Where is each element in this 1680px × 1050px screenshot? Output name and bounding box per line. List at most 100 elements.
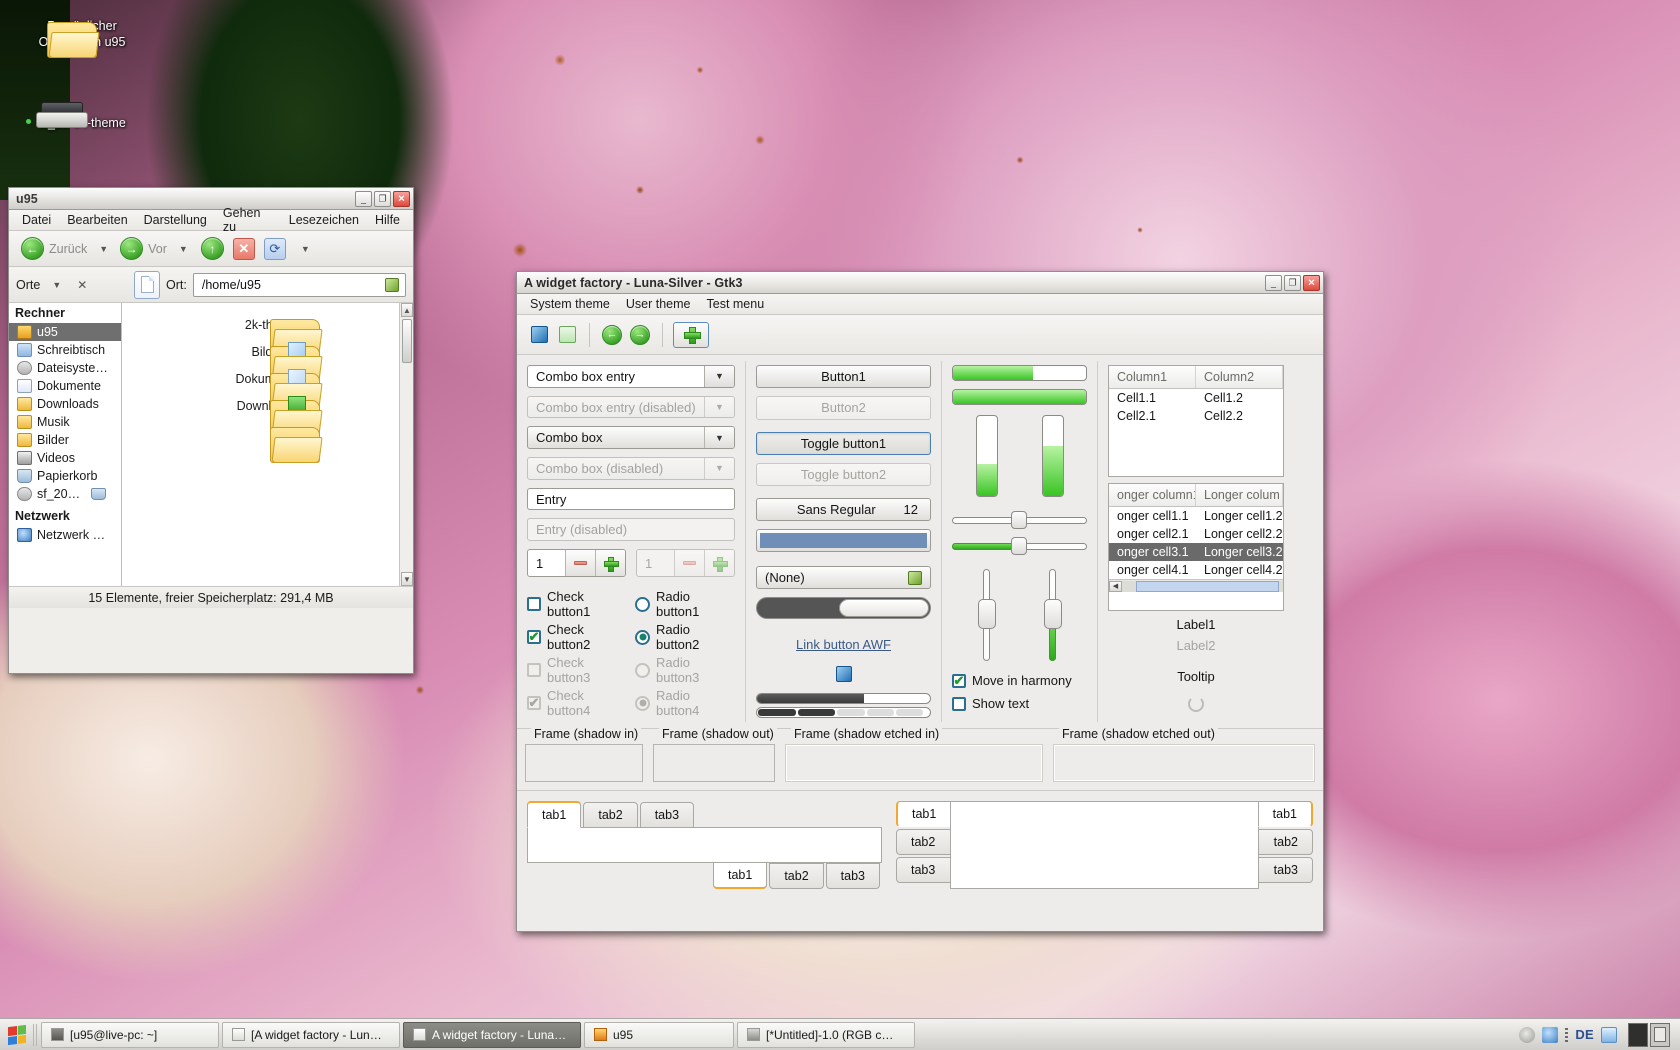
start-button[interactable] — [4, 1022, 30, 1048]
location-text[interactable] — [199, 276, 385, 293]
add-plus-icon[interactable] — [673, 321, 709, 348]
color-button[interactable] — [756, 529, 931, 553]
places-header[interactable]: Orte ▼ ✕ — [16, 278, 128, 292]
back-button[interactable]: ← Zurück — [16, 235, 92, 262]
places-close-icon[interactable]: ✕ — [73, 278, 91, 292]
button1[interactable]: Button1 — [756, 365, 931, 389]
notebook-left-tabs[interactable]: tab1 tab2 tab3 — [896, 801, 952, 889]
chevron-down-icon[interactable]: ▼ — [704, 427, 734, 449]
menu-bearbeiten[interactable]: Bearbeiten — [60, 211, 134, 229]
scroll-track[interactable] — [1122, 580, 1283, 592]
workspace-pager[interactable] — [1628, 1022, 1670, 1047]
tab-top-2[interactable]: tab2 — [583, 802, 638, 828]
task-button-u95[interactable]: u95 — [584, 1021, 734, 1048]
scroll-up-icon[interactable]: ▲ — [401, 303, 413, 317]
treeview-horizontal-scrollbar[interactable]: ◀ — [1109, 579, 1283, 592]
clipboard-icon[interactable] — [1601, 1026, 1617, 1043]
stop-icon[interactable]: ✕ — [232, 237, 255, 260]
reload-icon[interactable]: ⟳ — [263, 237, 286, 260]
tab-left-2[interactable]: tab2 — [896, 829, 952, 855]
sidebar-item-netzwerk[interactable]: Netzwerk … — [9, 526, 121, 544]
file-item[interactable]: 2k-them — [208, 315, 328, 355]
blue-doc-icon[interactable] — [527, 323, 551, 347]
scale-vertical-2[interactable] — [1043, 569, 1062, 661]
menu-system-theme[interactable]: System theme — [523, 295, 617, 313]
scale-horizontal-2[interactable] — [952, 537, 1087, 555]
column-header[interactable]: Column1 — [1109, 366, 1196, 388]
treeview-1-header[interactable]: Column1 Column2 — [1109, 366, 1283, 389]
sidebar-item-bilder[interactable]: Bilder — [9, 431, 121, 449]
radio-button2[interactable]: Radio button2 — [635, 622, 735, 652]
column-header[interactable]: Longer colum — [1196, 484, 1283, 506]
taskbar-grip[interactable] — [33, 1023, 38, 1046]
awf-titlebar[interactable]: A widget factory - Luna-Silver - Gtk3 _ … — [517, 272, 1323, 294]
tab-top-1[interactable]: tab1 — [527, 801, 582, 828]
notebook-right-tabs[interactable]: tab1 tab2 tab3 — [1257, 801, 1313, 889]
forward-green-icon[interactable]: → — [628, 323, 652, 347]
recycle-icon[interactable] — [555, 323, 579, 347]
combo-box-entry[interactable]: Combo box entry ▼ — [527, 365, 735, 388]
fm-close-button[interactable]: ✕ — [393, 190, 410, 207]
up-icon[interactable]: ↑ — [200, 237, 224, 260]
places-chevron-down-icon[interactable]: ▼ — [48, 280, 65, 290]
edit-pencil-icon[interactable] — [908, 570, 922, 585]
tab-bottom-1[interactable]: tab1 — [712, 862, 768, 889]
sidebar-item-sf20[interactable]: sf_20… — [9, 485, 121, 503]
move-in-harmony-check[interactable]: Move in harmony — [952, 673, 1087, 688]
scale-handle[interactable] — [1043, 599, 1062, 630]
switch-toggle[interactable] — [756, 597, 931, 619]
fm-minimize-button[interactable]: _ — [355, 190, 372, 207]
scroll-left-icon[interactable]: ◀ — [1109, 580, 1122, 592]
table-row[interactable]: Cell2.1 Cell2.2 — [1109, 407, 1283, 425]
sidebar-item-dokumente[interactable]: Dokumente — [9, 377, 121, 395]
taskbar[interactable]: [u95@live-pc: ~] [A widget factory - Lun… — [0, 1018, 1680, 1050]
tab-left-1[interactable]: tab1 — [896, 801, 952, 827]
table-row[interactable]: onger cell2.1 Longer cell2.2 — [1109, 525, 1283, 543]
menu-test-menu[interactable]: Test menu — [700, 295, 772, 313]
tray-grip[interactable] — [1565, 1027, 1569, 1042]
tab-right-2[interactable]: tab2 — [1257, 829, 1313, 855]
menu-lesezeichen[interactable]: Lesezeichen — [282, 211, 366, 229]
table-row[interactable]: Cell1.1 Cell1.2 — [1109, 389, 1283, 407]
column-header[interactable]: Column2 — [1196, 366, 1283, 388]
scale-horizontal-1[interactable] — [952, 511, 1087, 529]
show-text-check[interactable]: Show text — [952, 696, 1087, 711]
edit-pencil-icon[interactable] — [385, 277, 399, 292]
entry-field[interactable]: Entry — [527, 487, 735, 511]
back-green-icon[interactable]: ← — [600, 323, 624, 347]
system-tray[interactable]: DE — [1519, 1022, 1676, 1047]
check-button2[interactable]: Check button2 — [527, 622, 627, 652]
menu-datei[interactable]: Datei — [15, 211, 58, 229]
sidebar-item-u95[interactable]: u95 — [9, 323, 121, 341]
sidebar-item-musik[interactable]: Musik — [9, 413, 121, 431]
fm-maximize-button[interactable]: ❐ — [374, 190, 391, 207]
awf-toolbar[interactable]: ← → — [517, 315, 1323, 355]
tab-bottom-2[interactable]: tab2 — [769, 863, 824, 889]
toggle-button1[interactable]: Toggle button1 — [756, 431, 931, 455]
fm-location-bar[interactable]: Orte ▼ ✕ Ort: — [9, 267, 413, 303]
task-button-awf-1[interactable]: [A widget factory - Lun… — [222, 1021, 400, 1048]
menu-hilfe[interactable]: Hilfe — [368, 211, 407, 229]
awf-maximize-button[interactable]: ❐ — [1284, 274, 1301, 291]
sidebar-item-videos[interactable]: Videos — [9, 449, 121, 467]
notebook-top-tabs[interactable]: tab1 tab2 tab3 — [527, 801, 882, 828]
fm-menubar[interactable]: Datei Bearbeiten Darstellung Gehen zu Le… — [9, 206, 413, 234]
table-row[interactable]: onger cell4.1 Longer cell4.2 — [1109, 561, 1283, 579]
volume-icon[interactable] — [1519, 1026, 1536, 1043]
file-manager-window[interactable]: u95 _ ❐ ✕ Datei Bearbeiten Darstellung G… — [8, 187, 414, 674]
network-icon[interactable] — [1542, 1026, 1559, 1043]
font-button[interactable]: Sans Regular 12 — [756, 498, 931, 522]
scale-handle[interactable] — [977, 599, 996, 630]
forward-button[interactable]: → Vor — [115, 235, 172, 262]
scroll-down-icon[interactable]: ▼ — [401, 572, 413, 586]
radio-button1[interactable]: Radio button1 — [635, 589, 735, 619]
column-header[interactable]: onger column1 — [1109, 484, 1196, 506]
desktop-icon-home[interactable]: Persönlicher Ordner von u95 — [12, 18, 152, 58]
widget-factory-window[interactable]: A widget factory - Luna-Silver - Gtk3 _ … — [516, 271, 1324, 932]
menu-gehen-zu[interactable]: Gehen zu — [216, 204, 280, 236]
awf-close-button[interactable]: ✕ — [1303, 274, 1320, 291]
notebook-bottom-tabs[interactable]: tab1 tab2 tab3 — [527, 862, 882, 889]
task-button-terminal[interactable]: [u95@live-pc: ~] — [41, 1021, 219, 1048]
tab-top-3[interactable]: tab3 — [639, 802, 695, 828]
back-history-caret-icon[interactable]: ▼ — [95, 244, 112, 254]
